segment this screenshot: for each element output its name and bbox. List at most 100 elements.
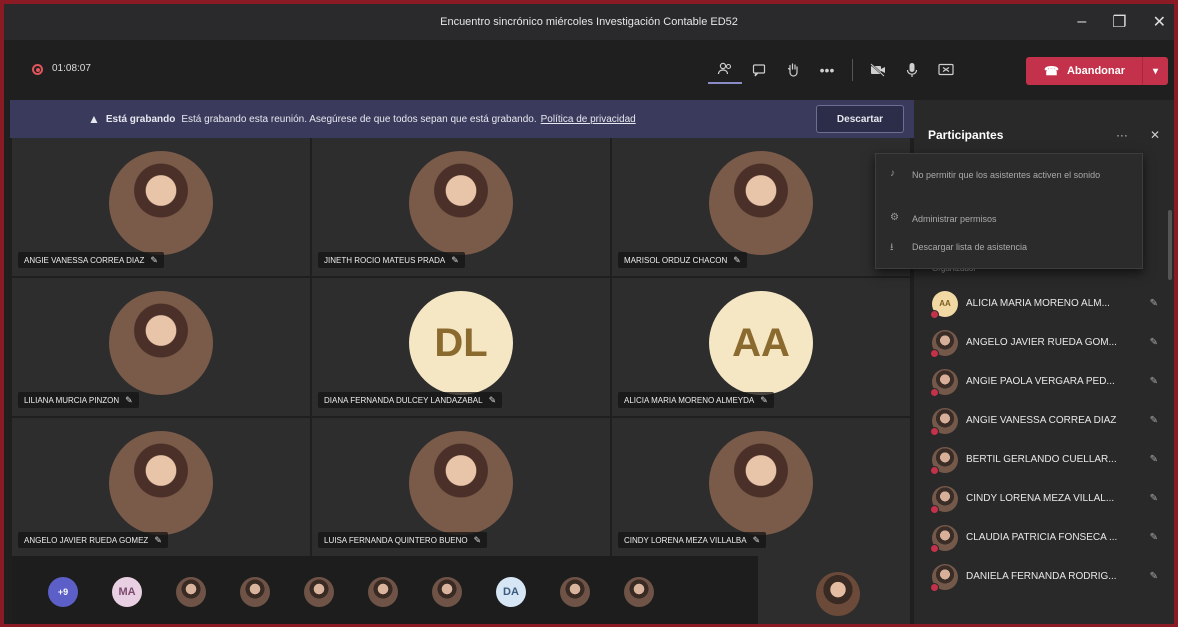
more-actions-icon[interactable]: ••• — [810, 56, 844, 84]
participant-avatar[interactable] — [176, 577, 206, 607]
privacy-policy-link[interactable]: Política de privacidad — [541, 114, 636, 125]
mic-muted-icon: ✎ — [1149, 532, 1158, 543]
video-tile[interactable]: MARISOL ORDUZ CHACON ✎ — [612, 138, 910, 276]
chat-icon[interactable] — [742, 56, 776, 84]
participant-name: LILIANA MURCIA PINZON — [24, 395, 120, 405]
participant-initials-avatar: AA — [709, 291, 813, 395]
participant-row[interactable]: BERTIL GERLANDO CUELLAR... ✎ — [914, 440, 1174, 479]
participant-name: CINDY LORENA MEZA VILLAL... — [966, 493, 1115, 504]
participant-name: ALICIA MARIA MORENO ALMEYDA — [624, 395, 755, 405]
participant-row[interactable]: AA ALICIA MARIA MORENO ALM... ✎ — [914, 284, 1174, 323]
teams-window: Encuentro sincrónico miércoles Investiga… — [0, 0, 1178, 627]
window-controls: – ❐ ✕ — [1077, 4, 1166, 40]
video-tile[interactable]: JINETH ROCIO MATEUS PRADA ✎ — [312, 138, 610, 276]
share-screen-icon[interactable] — [929, 56, 963, 84]
raise-hand-icon[interactable] — [776, 56, 810, 84]
participant-photo-avatar — [109, 291, 213, 395]
participant-name: ANGIE VANESSA CORREA DIAZ — [24, 255, 145, 265]
menu-item-download-attendance[interactable]: ⭳ Descargar lista de asistencia — [890, 240, 1122, 257]
panel-close-button[interactable]: ✕ — [1150, 128, 1160, 142]
mic-muted-icon: ✎ — [733, 254, 741, 265]
video-tile[interactable]: ANGIE VANESSA CORREA DIAZ ✎ — [12, 138, 310, 276]
participant-row[interactable]: ANGIE PAOLA VERGARA PED... ✎ — [914, 362, 1174, 401]
maximize-button[interactable]: ❐ — [1112, 12, 1126, 32]
participant-name: CLAUDIA PATRICIA FONSECA ... — [966, 532, 1118, 543]
participant-avatar[interactable] — [432, 577, 462, 607]
participant-avatar[interactable] — [240, 577, 270, 607]
participant-initials: AA — [939, 299, 951, 308]
panel-title: Participantes — [928, 128, 1004, 142]
self-video-tile — [758, 556, 910, 624]
participant-photo-avatar — [709, 431, 813, 535]
participant-name: LUISA FERNANDA QUINTERO BUENO — [324, 535, 468, 545]
status-dot-icon — [930, 465, 939, 475]
title-bar: Encuentro sincrónico miércoles Investiga… — [4, 4, 1174, 40]
participant-name-tag: CINDY LORENA MEZA VILLALBA ✎ — [618, 532, 767, 548]
more-participants-button[interactable]: +9 — [48, 577, 78, 607]
participant-avatar[interactable]: DA — [496, 577, 526, 607]
meeting-toolbar: 01:08:07 ••• ☎ Abandonar ▾ — [4, 40, 1174, 98]
video-tile[interactable]: LUISA FERNANDA QUINTERO BUENO ✎ — [312, 418, 610, 556]
participant-name: BERTIL GERLANDO CUELLAR... — [966, 454, 1117, 465]
chevron-down-icon[interactable]: ▾ — [1142, 57, 1168, 85]
mic-muted-icon: ✎ — [1149, 337, 1158, 348]
participant-initials-avatar: DL — [409, 291, 513, 395]
dismiss-button[interactable]: Descartar — [816, 105, 904, 133]
window-title: Encuentro sincrónico miércoles Investiga… — [440, 16, 738, 28]
leave-button[interactable]: ☎ Abandonar ▾ — [1026, 57, 1168, 85]
status-dot-icon — [930, 426, 939, 436]
video-tile[interactable]: CINDY LORENA MEZA VILLALBA ✎ — [612, 418, 910, 556]
mic-muted-icon: ✎ — [752, 534, 761, 545]
status-dot-icon — [930, 309, 939, 319]
video-grid: ANGIE VANESSA CORREA DIAZ ✎ JINETH ROCIO M… — [12, 138, 910, 556]
mic-muted-icon: ✎ — [1149, 298, 1158, 309]
participant-photo-avatar — [709, 151, 813, 255]
meeting-timer: 01:08:07 — [52, 63, 91, 74]
participant-name-tag: ANGELO JAVIER RUEDA GOMEZ ✎ — [18, 532, 168, 548]
participant-row[interactable]: CLAUDIA PATRICIA FONSECA ... ✎ — [914, 518, 1174, 557]
participant-name: JINETH ROCIO MATEUS PRADA — [324, 255, 446, 265]
video-tile[interactable]: DL DIANA FERNANDA DULCEY LANDAZABAL ✎ — [312, 278, 610, 416]
participant-strip: +9 MA DA — [12, 556, 910, 624]
menu-item-mute-attendees[interactable]: ♪ No permitir que los asistentes activen… — [890, 168, 1122, 183]
banner-bold-text: Está grabando — [105, 113, 176, 125]
panel-controls: ··· ✕ — [1116, 128, 1160, 142]
menu-item-manage-permissions[interactable]: ⚙ Administrar permisos — [890, 212, 1122, 227]
participant-photo-avatar — [409, 151, 513, 255]
participant-row[interactable]: ANGELO JAVIER RUEDA GOM... ✎ — [914, 323, 1174, 362]
video-tile[interactable]: AA ALICIA MARIA MORENO ALMEYDA ✎ — [612, 278, 910, 416]
participant-photo-avatar — [409, 431, 513, 535]
participant-avatar[interactable]: MA — [112, 577, 142, 607]
panel-more-button[interactable]: ··· — [1116, 128, 1128, 142]
microphone-icon[interactable] — [895, 56, 929, 84]
camera-off-icon[interactable] — [861, 56, 895, 84]
mic-muted-icon: ✎ — [760, 394, 768, 405]
participant-name: ANGELO JAVIER RUEDA GOM... — [966, 337, 1117, 348]
panel-scrollbar[interactable] — [1168, 210, 1172, 280]
participant-name-tag: JINETH ROCIO MATEUS PRADA ✎ — [318, 252, 465, 268]
close-window-button[interactable]: ✕ — [1153, 12, 1166, 32]
video-tile[interactable]: ANGELO JAVIER RUEDA GOMEZ ✎ — [12, 418, 310, 556]
participant-avatar — [930, 446, 958, 475]
participant-avatar — [930, 524, 958, 553]
participant-name: DIANA FERNANDA DULCEY LANDAZABAL — [324, 395, 483, 405]
participant-avatar[interactable] — [304, 577, 334, 607]
permissions-icon: ⚙ — [890, 212, 899, 223]
toolbar-divider — [852, 59, 853, 81]
participant-name-tag: ALICIA MARIA MORENO ALMEYDA ✎ — [618, 392, 774, 408]
participant-avatar[interactable] — [624, 577, 654, 607]
participant-avatar[interactable] — [560, 577, 590, 607]
mic-muted-icon: ✎ — [1149, 454, 1158, 465]
mic-muted-icon: ✎ — [488, 394, 497, 405]
status-dot-icon — [930, 504, 939, 514]
participant-row[interactable]: ANGIE VANESSA CORREA DIAZ ✎ — [914, 401, 1174, 440]
participant-name: CINDY LORENA MEZA VILLALBA — [624, 535, 747, 545]
participant-name: DANIELA FERNANDA RODRIG... — [966, 571, 1117, 582]
participant-row[interactable]: CINDY LORENA MEZA VILLAL... ✎ — [914, 479, 1174, 518]
participants-icon[interactable] — [708, 56, 742, 84]
mic-muted-icon: ✎ — [473, 534, 482, 545]
minimize-button[interactable]: – — [1077, 13, 1086, 31]
video-tile[interactable]: LILIANA MURCIA PINZON ✎ — [12, 278, 310, 416]
participant-avatar[interactable] — [368, 577, 398, 607]
participant-row[interactable]: DANIELA FERNANDA RODRIG... ✎ — [914, 557, 1174, 596]
